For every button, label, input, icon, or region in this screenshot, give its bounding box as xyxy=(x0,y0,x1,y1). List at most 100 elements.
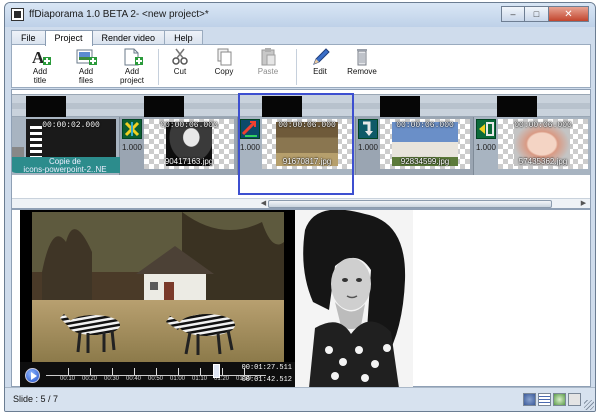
add-project-button[interactable]: Add project xyxy=(110,48,154,86)
copy-button[interactable]: Copy xyxy=(202,48,246,86)
seek-tick-label: 00:20 xyxy=(82,376,98,382)
ribbon-separator xyxy=(296,49,297,85)
info-icon[interactable] xyxy=(523,393,536,406)
seek-tick-label: 00:50 xyxy=(148,376,164,382)
slide-thumbnail: 00:00:06.000 92834599.jpg xyxy=(380,119,470,169)
slide-thumbnail: 00:00:06.000 57435362.jpg xyxy=(498,119,588,169)
add-project-icon xyxy=(120,48,144,66)
seek-tick xyxy=(178,368,179,375)
timeline-scrollbar[interactable]: ◀ ▶ xyxy=(12,198,590,208)
seek-tick xyxy=(68,368,69,375)
seek-tick-label: 00:40 xyxy=(126,376,142,382)
transition-duration: 1.000 xyxy=(357,143,379,152)
slide-counter: Slide : 5 / 7 xyxy=(13,394,59,404)
zoom-out-icon[interactable] xyxy=(568,393,581,406)
copy-label: Copy xyxy=(214,67,234,76)
portrait-preview-image xyxy=(295,210,413,388)
tab-help[interactable]: Help xyxy=(164,30,203,45)
minimize-icon: – xyxy=(510,9,516,19)
slide-marker xyxy=(144,96,184,117)
timeline-slide[interactable]: 1.000 00:00:06.000 90417163.jpg xyxy=(120,117,238,175)
paste-icon xyxy=(256,48,280,66)
seek-tick-label: 00:10 xyxy=(60,376,76,382)
slide-marker xyxy=(497,96,537,117)
close-button[interactable]: ✕ xyxy=(549,6,589,22)
timeline-slide[interactable]: 00:00:02.000 Copie de icons-powerpoint-2… xyxy=(12,117,120,175)
edit-button[interactable]: Edit xyxy=(298,48,342,86)
current-position: 00:01:27.511 xyxy=(241,364,292,372)
tab-file[interactable]: File xyxy=(11,30,46,45)
slide-marker xyxy=(26,96,66,117)
add-title-icon: A xyxy=(28,48,52,67)
seek-tick-label: 00:30 xyxy=(104,376,120,382)
window-controls: – □ ✕ xyxy=(501,6,589,23)
slide-marker xyxy=(380,96,420,117)
slide-filename: 57435362.jpg xyxy=(518,157,568,166)
tab-project[interactable]: Project xyxy=(44,30,93,46)
scissors-icon xyxy=(168,48,192,66)
scrollbar-thumb[interactable] xyxy=(268,200,552,208)
transition-icon[interactable] xyxy=(358,119,378,139)
remove-label: Remove xyxy=(347,67,377,76)
pencil-icon xyxy=(308,48,332,66)
transition-duration: 1.000 xyxy=(475,143,497,152)
remove-button[interactable]: Remove xyxy=(340,48,384,86)
minimize-button[interactable]: – xyxy=(501,6,525,22)
slide-duration: 00:00:02.000 xyxy=(42,121,100,130)
seek-tick xyxy=(222,368,223,375)
slide-filename: 90417163.jpg xyxy=(164,157,214,166)
seek-tick xyxy=(112,368,113,375)
zebra-preview-image xyxy=(32,212,284,362)
timeline-slide[interactable]: 1.000 00:00:06.000 57435362.jpg xyxy=(474,117,590,175)
seek-tick-label: 01:10 xyxy=(192,376,208,382)
close-icon: ✕ xyxy=(564,8,573,20)
trash-icon xyxy=(350,48,374,66)
seek-tick-label: 01:00 xyxy=(170,376,186,382)
cut-button[interactable]: Cut xyxy=(158,48,202,86)
maximize-button[interactable]: □ xyxy=(525,6,549,22)
slide-duration: 00:00:06.000 xyxy=(396,121,454,130)
seek-tick xyxy=(134,368,135,375)
edit-label: Edit xyxy=(313,67,327,76)
app-icon xyxy=(11,8,24,21)
add-title-button[interactable]: A Add title xyxy=(18,48,62,86)
cut-label: Cut xyxy=(173,67,187,76)
menu-tabs: File Project Render video Help xyxy=(11,30,203,46)
status-icons xyxy=(523,393,581,406)
copy-icon xyxy=(212,48,236,66)
paste-label: Paste xyxy=(257,67,279,76)
slide-duration: 00:00:06.000 xyxy=(160,121,218,130)
add-project-label: Add project xyxy=(119,67,144,85)
seek-handle[interactable] xyxy=(213,364,220,378)
play-icon[interactable] xyxy=(25,368,40,383)
add-files-button[interactable]: Add files xyxy=(64,48,108,86)
video-player: 00:10 00:20 00:30 00:40 00:50 01:00 01:10 01:20… xyxy=(20,210,296,388)
slide-thumbnail: 00:00:06.000 90417163.jpg xyxy=(144,119,234,169)
slide-duration: 00:00:06.000 xyxy=(514,121,572,130)
timeline-panel: 00:00:02.000 Copie de icons-powerpoint-2… xyxy=(11,89,591,209)
list-view-icon[interactable] xyxy=(538,393,551,406)
paste-button[interactable]: Paste xyxy=(246,48,290,86)
slide-caption: Copie de icons-powerpoint-2..NE xyxy=(23,157,107,174)
transition-icon[interactable] xyxy=(122,119,142,139)
zoom-in-icon[interactable] xyxy=(553,393,566,406)
selected-slide-highlight xyxy=(238,93,354,195)
scroll-right-icon[interactable]: ▶ xyxy=(578,199,589,208)
status-bar: Slide : 5 / 7 xyxy=(5,387,595,411)
seek-bar[interactable] xyxy=(46,365,266,376)
tab-render-video[interactable]: Render video xyxy=(91,30,166,45)
player-controls: 00:10 00:20 00:30 00:40 00:50 01:00 01:10 01:20… xyxy=(20,362,296,388)
add-title-label: Add title xyxy=(32,67,48,85)
title-bar: ffDiaporama 1.0 BETA 2- <new project>* –… xyxy=(5,3,595,27)
resize-grip-icon[interactable] xyxy=(584,400,594,410)
add-files-icon xyxy=(74,48,98,66)
window-title: ffDiaporama 1.0 BETA 2- <new project>* xyxy=(29,9,209,20)
app-window: ffDiaporama 1.0 BETA 2- <new project>* –… xyxy=(4,2,596,412)
ribbon-toolbar: A Add title Add files Add project Cut Co… xyxy=(11,44,591,88)
add-files-label: Add files xyxy=(78,67,94,85)
transition-duration: 1.000 xyxy=(121,143,143,152)
seek-tick xyxy=(200,368,201,375)
timeline-slide[interactable]: 1.000 00:00:06.000 92834599.jpg xyxy=(356,117,474,175)
transition-icon[interactable] xyxy=(476,119,496,139)
maximize-icon: □ xyxy=(533,9,540,19)
